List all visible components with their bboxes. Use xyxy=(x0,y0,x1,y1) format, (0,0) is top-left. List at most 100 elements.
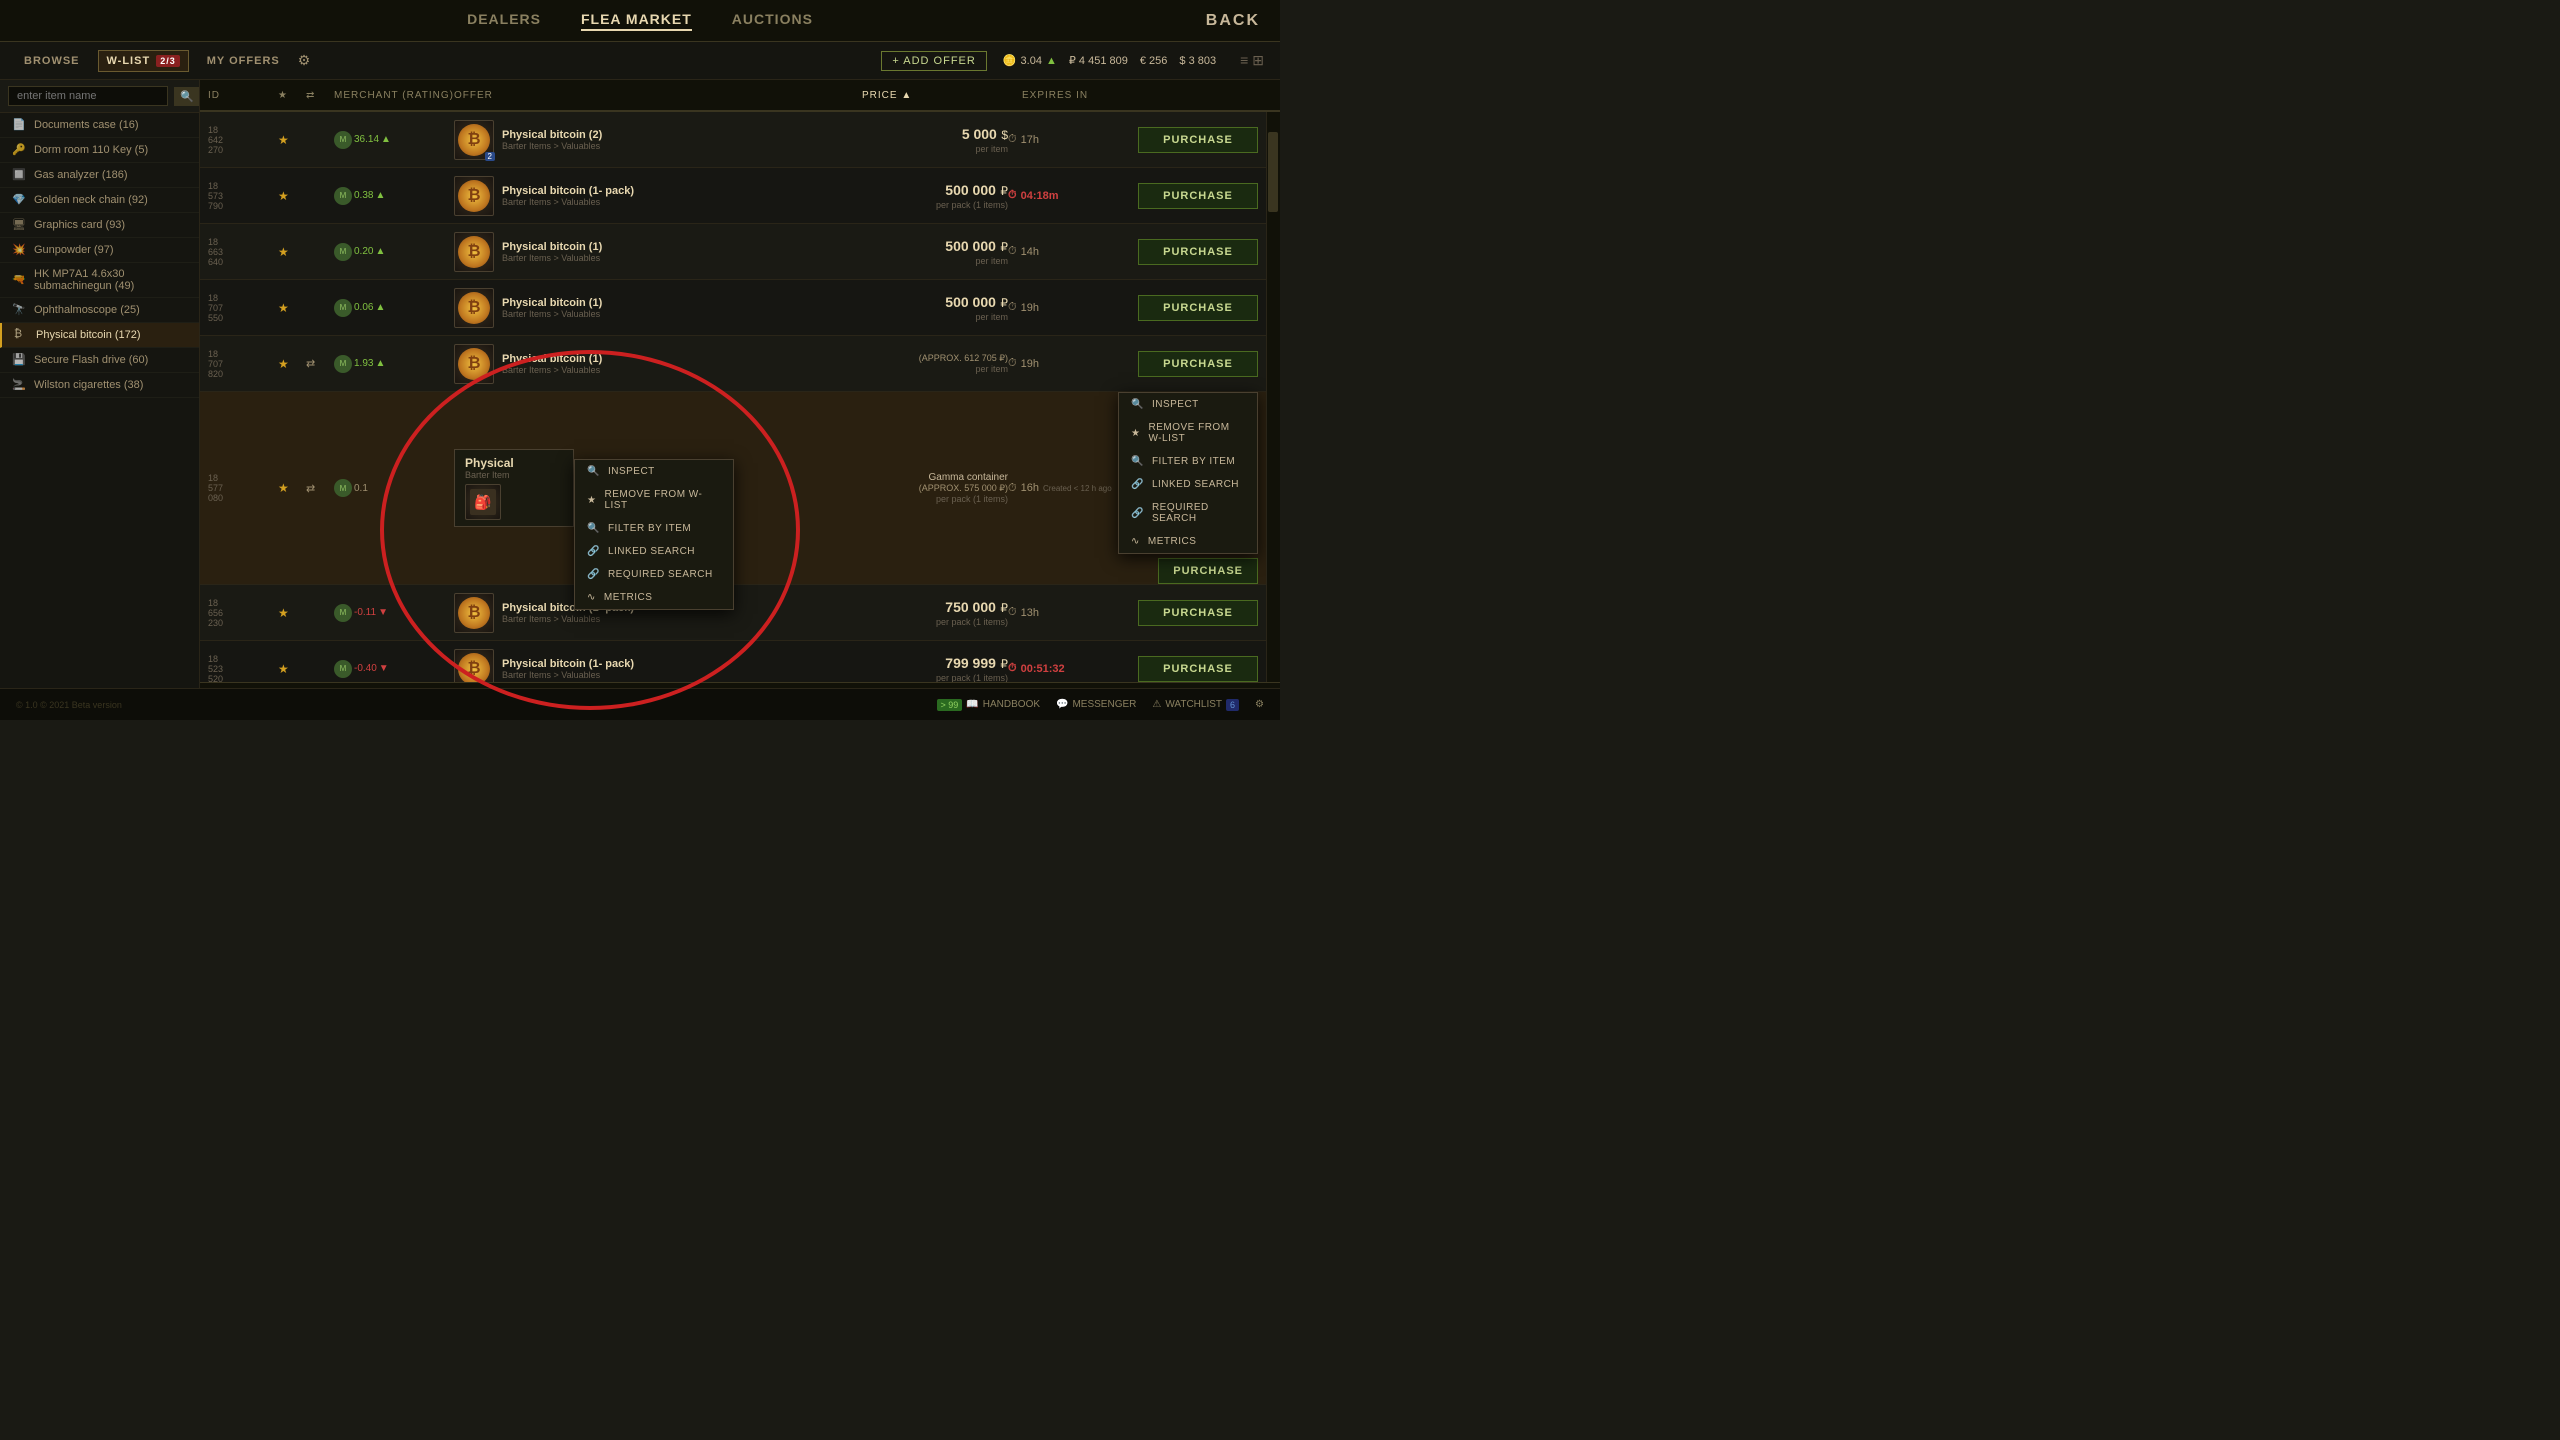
right-context-required[interactable]: 🔗 REQUIRED SEARCH xyxy=(1119,496,1257,530)
rate-icon: 🪙 xyxy=(1003,54,1017,67)
merchant-icon: M xyxy=(334,604,352,622)
row-id: 18 642 270 xyxy=(208,125,278,155)
expires-cell: ⏱ 17h xyxy=(1008,133,1138,146)
context-linked-search[interactable]: 🔗 LINKED SEARCH xyxy=(575,540,733,563)
nav-auctions[interactable]: AUCTIONS xyxy=(732,11,813,31)
item-name: Physical bitcoin (1) xyxy=(502,297,602,309)
watchlist-button[interactable]: ⚠ WATCHLIST 6 xyxy=(1152,699,1239,711)
purchase-button[interactable]: PURCHASE xyxy=(1138,183,1258,209)
price-per: per item xyxy=(848,256,1008,266)
row-id: 18 656 230 xyxy=(208,598,278,628)
context-remove-wlist[interactable]: ★ REMOVE FROM W-LIST xyxy=(575,483,733,517)
btc-coin: ₿ xyxy=(458,348,490,380)
star-button[interactable]: ★ xyxy=(278,245,306,259)
price-cell: (APPROX. 612 705 ₽) per item xyxy=(848,353,1008,374)
inspect-icon: 🔍 xyxy=(587,466,600,477)
purchase-button[interactable]: PURCHASE xyxy=(1138,351,1258,377)
context-inspect[interactable]: 🔍 INSPECT xyxy=(575,460,733,483)
right-context-filter[interactable]: 🔍 FILTER BY ITEM xyxy=(1119,450,1257,473)
price-cell: Gamma container (APPROX. 575 000 ₽) per … xyxy=(848,472,1008,504)
th-price[interactable]: Price ▲ xyxy=(862,90,1022,101)
item-category: Barter Items > Valuables xyxy=(502,197,634,207)
merchant-rating: M -0.11 ▼ xyxy=(334,604,454,622)
usd-amount: $ 3 803 xyxy=(1179,55,1216,67)
btc-coin: ₿ xyxy=(458,292,490,324)
star-button[interactable]: ★ xyxy=(278,606,306,620)
expires-cell: ⏱ 04:18m xyxy=(1008,189,1138,202)
scroll-thumb[interactable] xyxy=(1268,132,1278,212)
purchase-button[interactable]: PURCHASE xyxy=(1138,656,1258,682)
sidebar-item-documents[interactable]: 📄 Documents case (16) xyxy=(0,113,199,138)
btc-coin: ₿ xyxy=(458,597,490,629)
sidebar-item-bitcoin[interactable]: ₿ Physical bitcoin (172) xyxy=(0,323,199,348)
context-filter-item[interactable]: 🔍 FILTER BY ITEM xyxy=(575,517,733,540)
swap-button[interactable]: ⇄ xyxy=(306,357,334,370)
barter-item-icon: 🎒 xyxy=(465,484,501,520)
sidebar-item-gunpowder[interactable]: 💥 Gunpowder (97) xyxy=(0,238,199,263)
price-cell: 5 000 $ per item xyxy=(848,126,1008,154)
settings-icon[interactable]: ⚙ xyxy=(298,52,311,69)
star-button[interactable]: ★ xyxy=(278,481,306,495)
context-required-search[interactable]: 🔗 REQUIRED SEARCH xyxy=(575,563,733,586)
star-button[interactable]: ★ xyxy=(278,662,306,676)
item-badge: 2 xyxy=(485,152,495,161)
settings-bottom-button[interactable]: ⚙ xyxy=(1255,699,1264,710)
sidebar-item-dorm-key[interactable]: 🔑 Dorm room 110 Key (5) xyxy=(0,138,199,163)
nav-dealers[interactable]: DEALERS xyxy=(467,11,541,31)
item-name: Physical bitcoin (2) xyxy=(502,129,602,141)
grid-view-icon[interactable]: ⊞ xyxy=(1252,52,1264,69)
nav-flea-market[interactable]: FLEA MARKET xyxy=(581,11,692,31)
price-value: 799 999 xyxy=(945,655,996,671)
right-context-metrics[interactable]: ∿ METRICS xyxy=(1119,530,1257,553)
purchase-button[interactable]: PURCHASE xyxy=(1158,558,1258,584)
merchant-icon: M xyxy=(334,660,352,678)
filter-icon2: 🔍 xyxy=(1131,456,1144,467)
purchase-button[interactable]: PURCHASE xyxy=(1138,295,1258,321)
watchlist-icon: ⚠ xyxy=(1152,699,1161,710)
sidebar-item-cigarettes[interactable]: 🚬 Wilston cigarettes (38) xyxy=(0,373,199,398)
purchase-button[interactable]: PURCHASE xyxy=(1138,239,1258,265)
sidebar-item-smg[interactable]: 🔫 HK MP7A1 4.6x30 submachinegun (49) xyxy=(0,263,199,298)
table-header: ID ★ ⇄ Merchant (rating) Offer Price ▲ E… xyxy=(200,80,1280,112)
sidebar-item-graphics-card[interactable]: 🖥 Graphics card (93) xyxy=(0,213,199,238)
back-button[interactable]: BACK xyxy=(1206,12,1260,30)
expires-cell: ⏱ 00:51:32 xyxy=(1008,662,1138,675)
right-context-linked[interactable]: 🔗 LINKED SEARCH xyxy=(1119,473,1257,496)
price-currency: ₽ xyxy=(1000,601,1008,615)
right-context-remove[interactable]: ★ REMOVE FROM W-LIST xyxy=(1119,416,1257,450)
browse-tab[interactable]: BROWSE xyxy=(16,51,88,71)
list-view-icon[interactable]: ≡ xyxy=(1240,52,1248,69)
item-name: Physical bitcoin (1) xyxy=(502,353,602,365)
price-cell: 799 999 ₽ per pack (1 items) xyxy=(848,655,1008,683)
star-button[interactable]: ★ xyxy=(278,133,306,147)
version-text: © 1.0 © 2021 Beta version xyxy=(16,700,122,710)
item-info: Physical bitcoin (1- pack) Barter Items … xyxy=(502,658,634,680)
star-button[interactable]: ★ xyxy=(278,357,306,371)
sidebar-item-gas-analyzer[interactable]: 🔲 Gas analyzer (186) xyxy=(0,163,199,188)
item-name: Physical bitcoin (1- pack) xyxy=(502,658,634,670)
add-offer-button[interactable]: + ADD OFFER xyxy=(881,51,986,71)
sidebar-item-golden-chain[interactable]: 💎 Golden neck chain (92) xyxy=(0,188,199,213)
my-offers-tab[interactable]: MY OFFERS xyxy=(199,51,288,71)
search-button[interactable]: 🔍 xyxy=(174,87,200,106)
messenger-button[interactable]: 💬 MESSENGER xyxy=(1056,699,1136,710)
scrollbar[interactable] xyxy=(1266,112,1280,682)
offer-cell: Physical Barter Item 🎒 xyxy=(454,449,848,527)
gun-icon: 🔫 xyxy=(12,273,26,287)
context-metrics[interactable]: ∿ METRICS xyxy=(575,586,733,609)
item-icon: ₿ xyxy=(454,232,494,272)
sidebar-item-ophthal[interactable]: 🔭 Ophthalmoscope (25) xyxy=(0,298,199,323)
purchase-button[interactable]: PURCHASE xyxy=(1138,600,1258,626)
search-input[interactable] xyxy=(8,86,168,106)
star-button[interactable]: ★ xyxy=(278,301,306,315)
right-context-inspect[interactable]: 🔍 INSPECT xyxy=(1119,393,1257,416)
expires-cell: ⏱ 19h xyxy=(1008,301,1138,314)
price-value: 750 000 xyxy=(945,599,996,615)
sidebar-item-flash-drive[interactable]: 💾 Secure Flash drive (60) xyxy=(0,348,199,373)
swap-button[interactable]: ⇄ xyxy=(306,482,334,495)
wlist-tab[interactable]: W-LIST 2/3 xyxy=(98,50,189,72)
star-button[interactable]: ★ xyxy=(278,189,306,203)
handbook-button[interactable]: > 99 📖 HANDBOOK xyxy=(937,699,1040,711)
purchase-button[interactable]: PURCHASE xyxy=(1138,127,1258,153)
search-bar: 🔍 xyxy=(0,80,199,113)
